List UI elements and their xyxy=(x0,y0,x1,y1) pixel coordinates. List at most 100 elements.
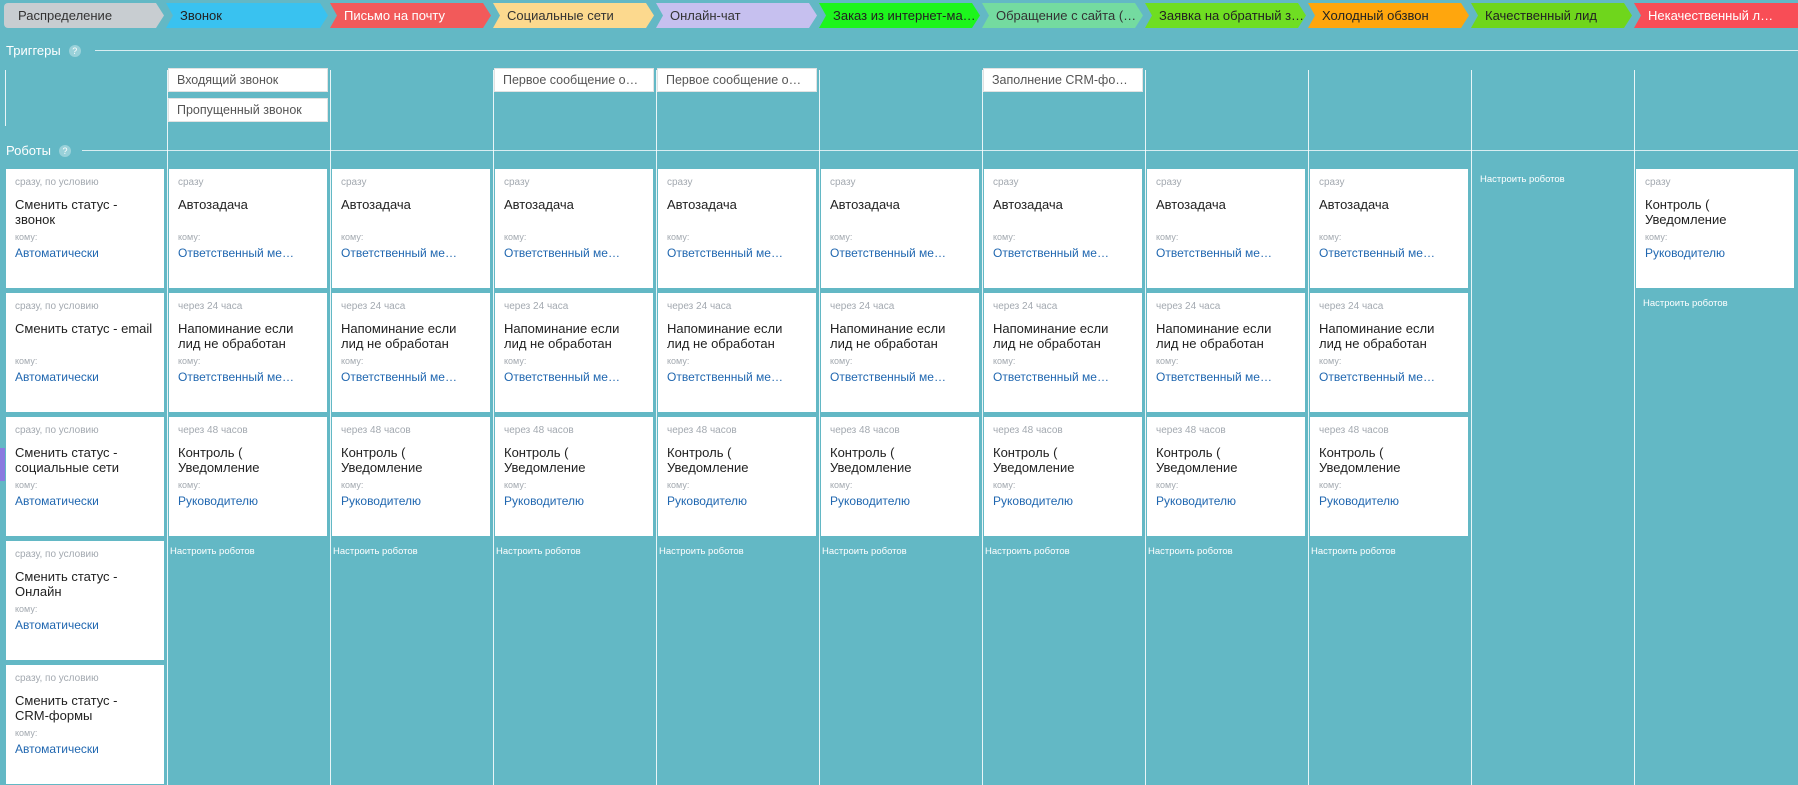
robot-responsible-link[interactable]: Автоматически xyxy=(15,370,155,384)
robot-responsible-link[interactable]: Автоматически xyxy=(15,618,155,632)
robot-responsible-link[interactable]: Ответственный ме… xyxy=(667,370,807,384)
robot-card[interactable]: через 48 часов Контроль ( Уведомление ко… xyxy=(495,417,653,536)
configure-robots-link[interactable]: Настроить роботов xyxy=(1480,174,1565,185)
trigger-incoming-call[interactable]: Входящий звонок xyxy=(168,68,328,92)
robot-responsible-link[interactable]: Руководителю xyxy=(1645,246,1785,260)
stage-cold-call[interactable]: Холодный обзвон xyxy=(1308,3,1469,28)
configure-robots-link[interactable]: Настроить роботов xyxy=(985,546,1070,557)
robot-card[interactable]: сразу Автозадача кому: Ответственный ме… xyxy=(332,169,490,288)
stage-raspredelenie[interactable]: Распределение xyxy=(4,3,164,28)
robot-card[interactable]: сразу Автозадача кому: Ответственный ме… xyxy=(1147,169,1305,288)
robot-responsible-link[interactable]: Ответственный ме… xyxy=(504,370,644,384)
help-icon[interactable]: ? xyxy=(68,44,81,57)
robot-to-label: кому: xyxy=(1156,480,1179,490)
robot-responsible-link[interactable]: Ответственный ме… xyxy=(830,246,970,260)
robot-card[interactable]: через 24 часа Напоминание если лид не об… xyxy=(821,293,979,412)
stage-chat[interactable]: Онлайн-чат xyxy=(656,3,817,28)
robot-responsible-link[interactable]: Автоматически xyxy=(15,494,155,508)
robot-responsible-link[interactable]: Руководителю xyxy=(504,494,644,508)
robots-separator xyxy=(82,150,1798,151)
robot-responsible-link[interactable]: Автоматически xyxy=(15,246,155,260)
robot-to-label: кому: xyxy=(15,356,38,366)
configure-robots-link[interactable]: Настроить роботов xyxy=(1643,298,1728,309)
stage-zvonok[interactable]: Звонок xyxy=(166,3,328,28)
robot-responsible-link[interactable]: Ответственный ме… xyxy=(667,246,807,260)
configure-robots-link[interactable]: Настроить роботов xyxy=(333,546,418,557)
configure-robots-link[interactable]: Настроить роботов xyxy=(1148,546,1233,557)
robot-card[interactable]: через 24 часа Напоминание если лид не об… xyxy=(658,293,816,412)
robot-title: Сменить статус - CRM-формы xyxy=(15,693,118,723)
robot-card[interactable]: через 24 часа Напоминание если лид не об… xyxy=(984,293,1142,412)
trigger-crm-form[interactable]: Заполнение CRM-фо… xyxy=(983,68,1143,92)
robot-card[interactable]: через 24 часа Напоминание если лид не об… xyxy=(1147,293,1305,412)
configure-robots-link[interactable]: Настроить роботов xyxy=(170,546,255,557)
robot-responsible-link[interactable]: Ответственный ме… xyxy=(1156,370,1296,384)
robot-to-label: кому: xyxy=(830,356,853,366)
configure-robots-link[interactable]: Настроить роботов xyxy=(822,546,907,557)
trigger-first-message-chat[interactable]: Первое сообщение о… xyxy=(657,68,817,92)
robot-card[interactable]: сразу Автозадача кому: Ответственный ме… xyxy=(169,169,327,288)
trigger-first-message-social[interactable]: Первое сообщение о… xyxy=(494,68,654,92)
robot-card[interactable]: сразу Автозадача кому: Ответственный ме… xyxy=(495,169,653,288)
robot-responsible-link[interactable]: Ответственный ме… xyxy=(1319,246,1459,260)
robot-responsible-link[interactable]: Руководителю xyxy=(1156,494,1296,508)
configure-robots-link[interactable]: Настроить роботов xyxy=(659,546,744,557)
robot-card[interactable]: через 48 часов Контроль ( Уведомление ко… xyxy=(169,417,327,536)
robot-card[interactable]: сразу Автозадача кому: Ответственный ме… xyxy=(984,169,1142,288)
robot-responsible-link[interactable]: Ответственный ме… xyxy=(830,370,970,384)
stage-quality-lead[interactable]: Качественный лид xyxy=(1471,3,1632,28)
side-tab[interactable] xyxy=(0,448,5,481)
configure-robots-link[interactable]: Настроить роботов xyxy=(1311,546,1396,557)
robot-responsible-link[interactable]: Руководителю xyxy=(993,494,1133,508)
robot-card[interactable]: сразу, по условию Сменить статус - социа… xyxy=(6,417,164,536)
stage-callback[interactable]: Заявка на обратный з… xyxy=(1145,3,1306,28)
robot-card[interactable]: сразу Автозадача кому: Ответственный ме… xyxy=(821,169,979,288)
robot-card[interactable]: сразу, по условию Сменить статус - Онлай… xyxy=(6,541,164,660)
robot-responsible-link[interactable]: Автоматически xyxy=(15,742,155,756)
robot-responsible-link[interactable]: Руководителю xyxy=(830,494,970,508)
robot-responsible-link[interactable]: Ответственный ме… xyxy=(178,370,318,384)
robot-responsible-link[interactable]: Ответственный ме… xyxy=(1319,370,1459,384)
robot-card[interactable]: через 48 часов Контроль ( Уведомление ко… xyxy=(1147,417,1305,536)
robot-responsible-link[interactable]: Ответственный ме… xyxy=(341,246,481,260)
robot-card[interactable]: сразу Контроль ( Уведомление кому: Руков… xyxy=(1636,169,1794,288)
robot-card[interactable]: через 48 часов Контроль ( Уведомление ко… xyxy=(821,417,979,536)
robot-responsible-link[interactable]: Руководителю xyxy=(667,494,807,508)
robot-responsible-link[interactable]: Ответственный ме… xyxy=(993,246,1133,260)
robot-responsible-link[interactable]: Руководителю xyxy=(178,494,318,508)
stage-bad-lead[interactable]: Некачественный л… xyxy=(1634,3,1798,28)
robot-responsible-link[interactable]: Руководителю xyxy=(341,494,481,508)
robot-responsible-link[interactable]: Ответственный ме… xyxy=(178,246,318,260)
stage-internet-order[interactable]: Заказ из интернет-ма… xyxy=(819,3,980,28)
robot-responsible-link[interactable]: Ответственный ме… xyxy=(504,246,644,260)
configure-robots-link[interactable]: Настроить роботов xyxy=(496,546,581,557)
robot-card[interactable]: сразу, по условию Сменить статус - CRM-ф… xyxy=(6,665,164,784)
robot-title: Напоминание если лид не обработан более … xyxy=(830,321,946,351)
robot-card[interactable]: через 24 часа Напоминание если лид не об… xyxy=(332,293,490,412)
robot-to-label: кому: xyxy=(830,232,853,242)
robot-card[interactable]: сразу Автозадача кому: Ответственный ме… xyxy=(658,169,816,288)
robot-delay: через 24 часа xyxy=(341,301,406,312)
stage-social[interactable]: Социальные сети xyxy=(493,3,654,28)
robot-card[interactable]: через 48 часов Контроль ( Уведомление ко… xyxy=(658,417,816,536)
robot-card[interactable]: через 24 часа Напоминание если лид не об… xyxy=(495,293,653,412)
robot-responsible-link[interactable]: Руководителю xyxy=(1319,494,1459,508)
robot-card[interactable]: через 24 часа Напоминание если лид не об… xyxy=(169,293,327,412)
robot-card[interactable]: сразу Автозадача кому: Ответственный ме… xyxy=(1310,169,1468,288)
robot-card[interactable]: через 24 часа Напоминание если лид не об… xyxy=(1310,293,1468,412)
robot-responsible-link[interactable]: Ответственный ме… xyxy=(1156,246,1296,260)
stage-site-request[interactable]: Обращение с сайта (С… xyxy=(982,3,1143,28)
robot-responsible-link[interactable]: Ответственный ме… xyxy=(993,370,1133,384)
column-divider xyxy=(982,70,983,785)
help-icon[interactable]: ? xyxy=(59,144,72,157)
robot-card[interactable]: сразу, по условию Сменить статус - звоно… xyxy=(6,169,164,288)
stage-email[interactable]: Письмо на почту xyxy=(330,3,491,28)
robot-responsible-link[interactable]: Ответственный ме… xyxy=(341,370,481,384)
robot-card[interactable]: сразу, по условию Сменить статус - email… xyxy=(6,293,164,412)
robot-card[interactable]: через 48 часов Контроль ( Уведомление ко… xyxy=(984,417,1142,536)
robot-card[interactable]: через 48 часов Контроль ( Уведомление ко… xyxy=(1310,417,1468,536)
trigger-missed-call[interactable]: Пропущенный звонок xyxy=(168,98,328,122)
robot-to-label: кому: xyxy=(1645,232,1668,242)
robot-delay: через 24 часа xyxy=(667,301,732,312)
robot-card[interactable]: через 48 часов Контроль ( Уведомление ко… xyxy=(332,417,490,536)
